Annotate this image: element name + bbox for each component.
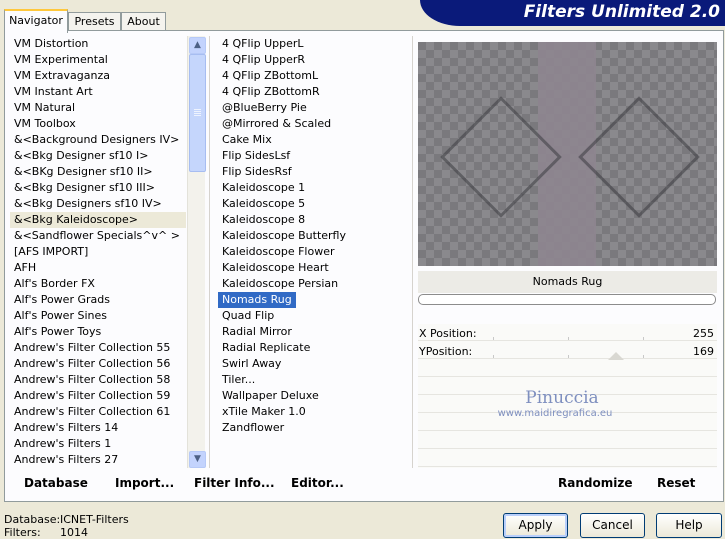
category-item[interactable]: Alf's Border FX [10,276,186,292]
divider [412,36,413,468]
filter-item[interactable]: Quad Flip [218,308,278,324]
filter-item[interactable]: Kaleidoscope 5 [218,196,309,212]
filter-item[interactable]: Kaleidoscope Heart [218,260,333,276]
filters-count-label: Filters: [4,526,41,539]
filter-item[interactable]: Kaleidoscope Persian [218,276,342,292]
filter-item[interactable]: Kaleidoscope Butterfly [218,228,350,244]
filter-info-button[interactable]: Filter Info... [194,473,275,493]
category-item[interactable]: [AFS IMPORT] [10,244,186,260]
category-item[interactable]: Andrew's Filters 27 [10,452,186,468]
category-item[interactable]: VM Instant Art [10,84,186,100]
filter-item[interactable]: @Mirrored & Scaled [218,116,335,132]
category-item[interactable]: Andrew's Filter Collection 56 [10,356,186,372]
reset-button[interactable]: Reset [657,473,695,493]
category-item[interactable]: Alf's Power Grads [10,292,186,308]
filter-item[interactable]: Zandflower [218,420,288,436]
help-button[interactable]: Help [656,513,722,538]
category-item[interactable]: Andrew's Filters 14 [10,420,186,436]
filter-item[interactable]: Radial Mirror [218,324,296,340]
category-item[interactable]: VM Natural [10,100,186,116]
filter-item[interactable]: 4 QFlip UpperR [218,52,309,68]
database-label: Database: [4,513,61,526]
filter-item[interactable]: xTile Maker 1.0 [218,404,310,420]
filter-preview [418,42,717,266]
category-item[interactable]: &<Sandflower Specials^v^ > [10,228,186,244]
chevron-down-icon: ▼ [194,454,201,464]
y-position-value[interactable]: 169 [650,344,714,360]
filter-item[interactable]: 4 QFlip UpperL [218,36,308,52]
filter-item[interactable]: Cake Mix [218,132,276,148]
filter-item[interactable]: 4 QFlip ZBottomL [218,68,322,84]
y-position-label: YPosition: [419,345,473,358]
x-position-value[interactable]: 255 [650,326,714,342]
database-button[interactable]: Database [24,473,88,493]
filter-item[interactable]: Kaleidoscope 8 [218,212,309,228]
category-item[interactable]: AFH [10,260,186,276]
tab-navigator[interactable]: Navigator [4,9,68,33]
category-item[interactable]: Alf's Power Sines [10,308,186,324]
category-item[interactable]: Andrew's Filters 1 [10,436,186,452]
category-item[interactable]: Andrew's Filter Collection 61 [10,404,186,420]
filter-item[interactable]: Kaleidoscope Flower [218,244,339,260]
category-scrollbar[interactable]: ▲ ▼ [187,36,206,468]
category-item[interactable]: Andrew's Filter Collection 55 [10,340,186,356]
category-item[interactable]: Andrew's Filter Collection 59 [10,388,186,404]
category-item[interactable]: &<Bkg Kaleidoscope> [10,212,186,228]
scroll-down-button[interactable]: ▼ [189,451,206,468]
filter-item[interactable]: 4 QFlip ZBottomR [218,84,324,100]
category-item[interactable]: Alf's Power Toys [10,324,186,340]
filter-item[interactable]: Swirl Away [218,356,285,372]
filter-item[interactable]: Tiler... [218,372,259,388]
category-item[interactable]: Andrew's Filter Collection 58 [10,372,186,388]
category-item[interactable]: &<Bkg Designer sf10 I> [10,148,186,164]
category-item[interactable]: VM Extravaganza [10,68,186,84]
category-item[interactable]: &<BKg Designer sf10 II> [10,164,186,180]
watermark-url: www.maidiregrafica.eu [497,408,613,419]
filter-list[interactable]: 4 QFlip UpperL 4 QFlip UpperR 4 QFlip ZBot… [218,36,408,468]
filters-count-value: 1014 [60,526,88,539]
category-item[interactable]: &<Bkg Designers sf10 IV> [10,196,186,212]
category-item[interactable]: VM Toolbox [10,116,186,132]
category-item[interactable]: &<Background Designers IV> [10,132,186,148]
import-button[interactable]: Import... [115,473,174,493]
watermark-name: Pinuccia [525,388,599,408]
category-list[interactable]: VM Distortion VM Experimental VM Extravaga… [10,36,186,468]
filter-name: Nomads Rug [532,275,603,288]
filter-item[interactable]: Flip SidesRsf [218,164,296,180]
filter-item[interactable]: Wallpaper Deluxe [218,388,323,404]
filter-item[interactable]: Flip SidesLsf [218,148,294,164]
scroll-thumb[interactable] [189,54,206,172]
cancel-button[interactable]: Cancel [580,513,645,538]
x-position-label: X Position: [419,327,477,340]
filter-item[interactable]: Radial Replicate [218,340,314,356]
app-title: Filters Unlimited 2.0 [523,2,720,22]
editor-button[interactable]: Editor... [291,473,344,493]
slider-pointer[interactable] [608,352,624,360]
filter-item[interactable]: Kaleidoscope 1 [218,180,309,196]
scroll-up-button[interactable]: ▲ [189,37,206,54]
tab-about[interactable]: About [121,12,166,31]
category-item[interactable]: &<Bkg Designer sf10 III> [10,180,186,196]
tab-presets[interactable]: Presets [68,12,121,31]
category-item[interactable]: VM Experimental [10,52,186,68]
apply-button[interactable]: Apply [503,513,568,538]
category-item[interactable]: VM Distortion [10,36,186,52]
divider [209,36,210,468]
progress-bar [418,294,716,305]
database-value: ICNET-Filters [60,513,129,526]
filter-item[interactable]: Nomads Rug [218,292,296,308]
chevron-up-icon: ▲ [194,40,201,50]
randomize-button[interactable]: Randomize [558,473,632,493]
filter-item[interactable]: @BlueBerry Pie [218,100,311,116]
preview-pattern [578,96,700,218]
